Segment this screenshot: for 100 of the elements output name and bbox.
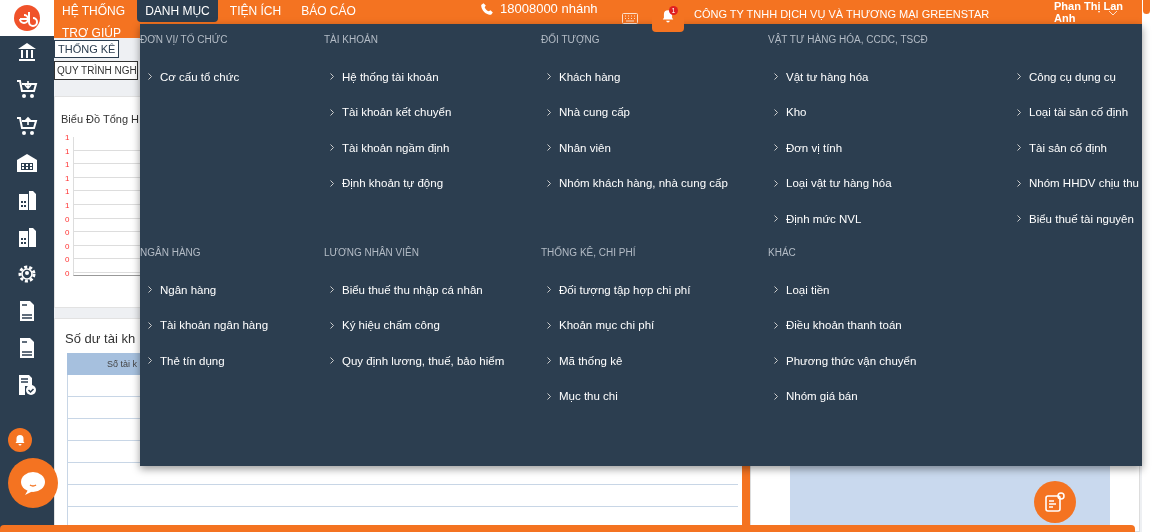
- chevron-right-icon: [1017, 108, 1021, 116]
- menu-item[interactable]: Khoản mục chi phí: [541, 307, 768, 343]
- menu-item[interactable]: Định mức NVL: [768, 201, 1011, 237]
- menu-item-label: Tài khoản kết chuyển: [342, 106, 452, 119]
- axis-label: 0: [65, 256, 70, 267]
- chevron-right-icon: [547, 392, 551, 400]
- card-title: Số dư tài kh: [65, 331, 136, 346]
- menu-item-label: Đơn vị tính: [786, 141, 843, 154]
- note-icon: [1044, 491, 1066, 513]
- menu-item-label: Kho: [786, 106, 807, 119]
- menu-item[interactable]: Đơn vị tính: [768, 130, 1011, 166]
- menu-item-label: Khoản mục chi phí: [559, 319, 655, 332]
- axis-label: 0: [65, 215, 70, 226]
- phone-icon: [480, 1, 494, 16]
- chevron-right-icon: [774, 144, 778, 152]
- bell-icon: [661, 9, 675, 23]
- menu-item-label: Vật tư hàng hóa: [786, 70, 869, 83]
- menu-item-label: Loại vật tư hàng hóa: [786, 177, 892, 190]
- chevron-right-icon: [547, 144, 551, 152]
- section-heading: VẬT TƯ HÀNG HÓA, CCDC, TSCĐ: [768, 33, 929, 47]
- chevron-right-icon: [774, 179, 778, 187]
- axis-label: 1: [65, 134, 70, 144]
- menu-item-label: Hệ thống tài khoản: [342, 70, 439, 83]
- chevron-right-icon: [774, 357, 778, 365]
- menu-item[interactable]: Nhóm giá bán: [768, 378, 1011, 414]
- menu-item-label: Quy định lương, thuế, bảo hiểm: [342, 354, 505, 367]
- chevron-right-icon: [774, 286, 778, 294]
- menu-item[interactable]: Nhóm khách hàng, nhà cung cấp: [541, 165, 768, 201]
- menu-item[interactable]: Loại tài sản cố định: [1011, 94, 1142, 130]
- menu-item[interactable]: Ngân hàng: [140, 272, 324, 308]
- menu-item-label: Ký hiệu chấm công: [342, 319, 440, 332]
- menu-item[interactable]: Nhà cung cấp: [541, 94, 768, 130]
- menu-item[interactable]: Tài khoản kết chuyển: [324, 94, 541, 130]
- menu-item[interactable]: Điều khoản thanh toán: [768, 307, 1011, 343]
- menu-item-label: Nhóm khách hàng, nhà cung cấp: [559, 177, 728, 190]
- chevron-right-icon: [774, 73, 778, 81]
- menu-item[interactable]: Tài sản cố định: [1011, 130, 1142, 166]
- menu-item-label: Biểu thuế tài nguyên: [1029, 212, 1134, 225]
- chevron-right-icon: [1017, 215, 1021, 223]
- chevron-right-icon: [774, 321, 778, 329]
- menu-item[interactable]: Mục thu chi: [541, 378, 768, 414]
- chevron-right-icon: [148, 286, 152, 294]
- menu-item-label: Mã thống kê: [559, 354, 623, 367]
- menu-item-label: Loại tiền: [786, 283, 830, 296]
- chevron-right-icon: [547, 321, 551, 329]
- menu-item[interactable]: Công cụ dụng cụ: [1011, 59, 1142, 95]
- chevron-right-icon: [1017, 179, 1021, 187]
- chevron-right-icon: [148, 321, 152, 329]
- cart-icon[interactable]: [15, 77, 39, 101]
- menu-item[interactable]: Cơ cấu tổ chức: [140, 59, 324, 95]
- menu-item-label: Công cụ dụng cụ: [1029, 70, 1116, 83]
- menu-item[interactable]: Kho: [768, 94, 1011, 130]
- chevron-right-icon: [148, 73, 152, 81]
- axis-label: 1: [65, 174, 70, 185]
- menu-item[interactable]: Nhóm HHDV chịu thu: [1011, 165, 1142, 201]
- section-heading: LƯƠNG NHÂN VIÊN: [324, 246, 420, 260]
- menu-item[interactable]: Biểu thuế thu nhập cá nhân: [324, 272, 541, 308]
- menu-item[interactable]: Định khoản tự động: [324, 165, 541, 201]
- process-field[interactable]: QUY TRÌNH NGH: [54, 61, 138, 80]
- menu-item[interactable]: Hệ thống tài khoản: [324, 59, 541, 95]
- chevron-right-icon: [547, 73, 551, 81]
- menu-item[interactable]: Tài khoản ngầm định: [324, 130, 541, 166]
- chevron-right-icon: [547, 286, 551, 294]
- scrollbar[interactable]: [1142, 0, 1152, 532]
- menu-item-label: Nhóm giá bán: [786, 390, 858, 403]
- menu-item-label: Nhóm HHDV chịu thu: [1029, 177, 1139, 190]
- keyboard-icon[interactable]: [622, 13, 638, 24]
- menu-item-label: Mục thu chi: [559, 390, 618, 403]
- menu-item[interactable]: Nhân viên: [541, 130, 768, 166]
- chat-icon: [20, 471, 46, 495]
- chevron-right-icon: [774, 392, 778, 400]
- menu-item-label: Định mức NVL: [786, 212, 862, 225]
- menu-item[interactable]: Đối tượng tập hợp chi phí: [541, 272, 768, 308]
- section-heading: NGÂN HÀNG: [140, 246, 202, 260]
- menu-item[interactable]: Loại tiền: [768, 272, 1011, 308]
- nav-tab[interactable]: DANH MỤC: [137, 0, 218, 22]
- menu-item[interactable]: Biểu thuế tài nguyên: [1011, 201, 1142, 237]
- chevron-right-icon: [547, 108, 551, 116]
- menu-item-label: Phương thức vận chuyển: [786, 354, 917, 367]
- chevron-right-icon: [1017, 144, 1021, 152]
- menu-item[interactable]: Vật tư hàng hóa: [768, 59, 1011, 95]
- chevron-right-icon: [330, 108, 334, 116]
- menu-item[interactable]: Tài khoản ngân hàng: [140, 307, 324, 343]
- axis-label: 1: [65, 188, 70, 199]
- warehouse-icon[interactable]: [15, 151, 39, 175]
- cart-icon[interactable]: [15, 114, 39, 138]
- menu-item[interactable]: Phương thức vận chuyển: [768, 343, 1011, 379]
- statistics-tab[interactable]: THỐNG KÊ: [54, 40, 120, 58]
- chevron-right-icon: [148, 357, 152, 365]
- menu-item-label: Định khoản tự động: [342, 177, 444, 190]
- axis-label: 1: [65, 161, 70, 172]
- menu-item[interactable]: Ký hiệu chấm công: [324, 307, 541, 343]
- hotline-text: 18008000 nhánh: [500, 1, 598, 16]
- menu-item[interactable]: Loại vật tư hàng hóa: [768, 165, 1011, 201]
- chevron-right-icon: [547, 179, 551, 187]
- chevron-right-icon: [330, 357, 334, 365]
- axis-label: 0: [65, 229, 70, 240]
- chevron-right-icon: [330, 73, 334, 81]
- axis-label: 0: [65, 269, 70, 280]
- menu-item[interactable]: Khách hàng: [541, 59, 768, 95]
